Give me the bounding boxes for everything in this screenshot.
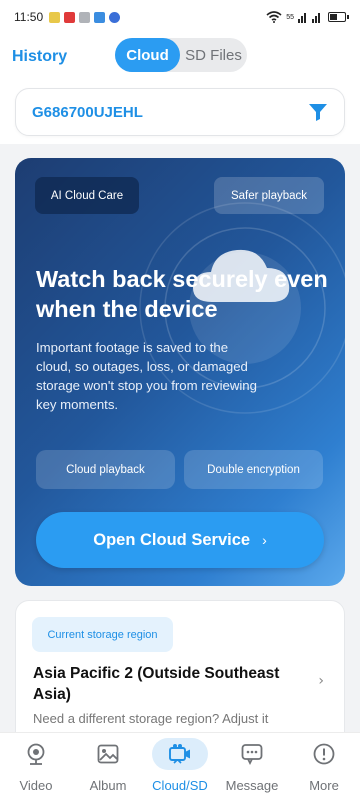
nav-more[interactable]: More [288, 733, 360, 800]
message-icon [241, 744, 263, 765]
history-link[interactable]: History [12, 48, 67, 66]
network-speed: 55 [286, 13, 294, 21]
notification-icon-4 [94, 11, 106, 23]
nav-label: More [309, 778, 339, 793]
chevron-right-icon[interactable]: › [318, 673, 324, 689]
nav-album[interactable]: Album [72, 733, 144, 800]
nav-label: Message [225, 778, 279, 793]
current-region-badge: Current storage region [32, 617, 173, 652]
nav-cloud-sd[interactable]: Cloud/SD [144, 733, 216, 800]
feature-cloud-playback: Cloud playback [36, 450, 175, 489]
bottom-navigation: Video Album Cloud/SD Message More [0, 732, 360, 800]
region-name: Asia Pacific 2 (Outside Southeast Asia) [33, 665, 280, 703]
promo-heading: Watch back securely even when the device [36, 266, 328, 322]
device-id: G686700UJEHL [32, 103, 143, 121]
cta-label: Open Cloud Service [93, 530, 251, 549]
promo-description: Important footage is saved to the cloud,… [36, 340, 257, 412]
header: History Cloud SD Files [0, 34, 360, 80]
status-time: 11:50 [14, 10, 44, 24]
feature-double-encryption: Double encryption [184, 450, 323, 489]
info-icon [313, 743, 335, 765]
nav-message[interactable]: Message [216, 733, 288, 800]
storage-region-card[interactable]: Current storage region Asia Pacific 2 (O… [15, 600, 345, 750]
filter-icon[interactable] [308, 102, 328, 122]
safer-playback-chip: Safer playback [214, 177, 324, 214]
nav-label: Cloud/SD [152, 778, 208, 793]
notification-icon-2 [64, 11, 76, 23]
cloud-camera-icon [169, 744, 190, 764]
device-selector[interactable]: G686700UJEHL [15, 88, 345, 136]
nav-video[interactable]: Video [0, 733, 72, 800]
status-bar: 11:50 55 [0, 0, 360, 34]
storage-source-toggle: Cloud SD Files [115, 38, 247, 72]
notification-icon-5 [109, 11, 121, 23]
nav-label: Album [89, 778, 127, 793]
tab-cloud[interactable]: Cloud [115, 38, 180, 72]
signal-icon [298, 13, 320, 23]
wifi-icon [266, 11, 282, 23]
chevron-right-icon: › [262, 532, 267, 548]
notification-icon-3 [79, 11, 91, 23]
region-hint: Need a different storage region? Adjust … [33, 711, 269, 726]
device-bar: G686700UJEHL [0, 80, 360, 144]
open-cloud-service-button[interactable]: Open Cloud Service › [36, 512, 324, 568]
nav-label: Video [19, 778, 53, 793]
battery-icon [328, 12, 349, 22]
status-left: 11:50 [14, 10, 121, 24]
ai-cloud-care-chip: AI Cloud Care [35, 177, 139, 214]
tab-sd-files[interactable]: SD Files [180, 38, 247, 72]
status-right: 55 [266, 11, 349, 23]
cloud-promo-card: AI Cloud Care Safer playback Watch back … [15, 158, 345, 586]
notification-icon-1 [49, 11, 61, 23]
camera-icon [27, 743, 45, 765]
image-icon [97, 744, 119, 764]
